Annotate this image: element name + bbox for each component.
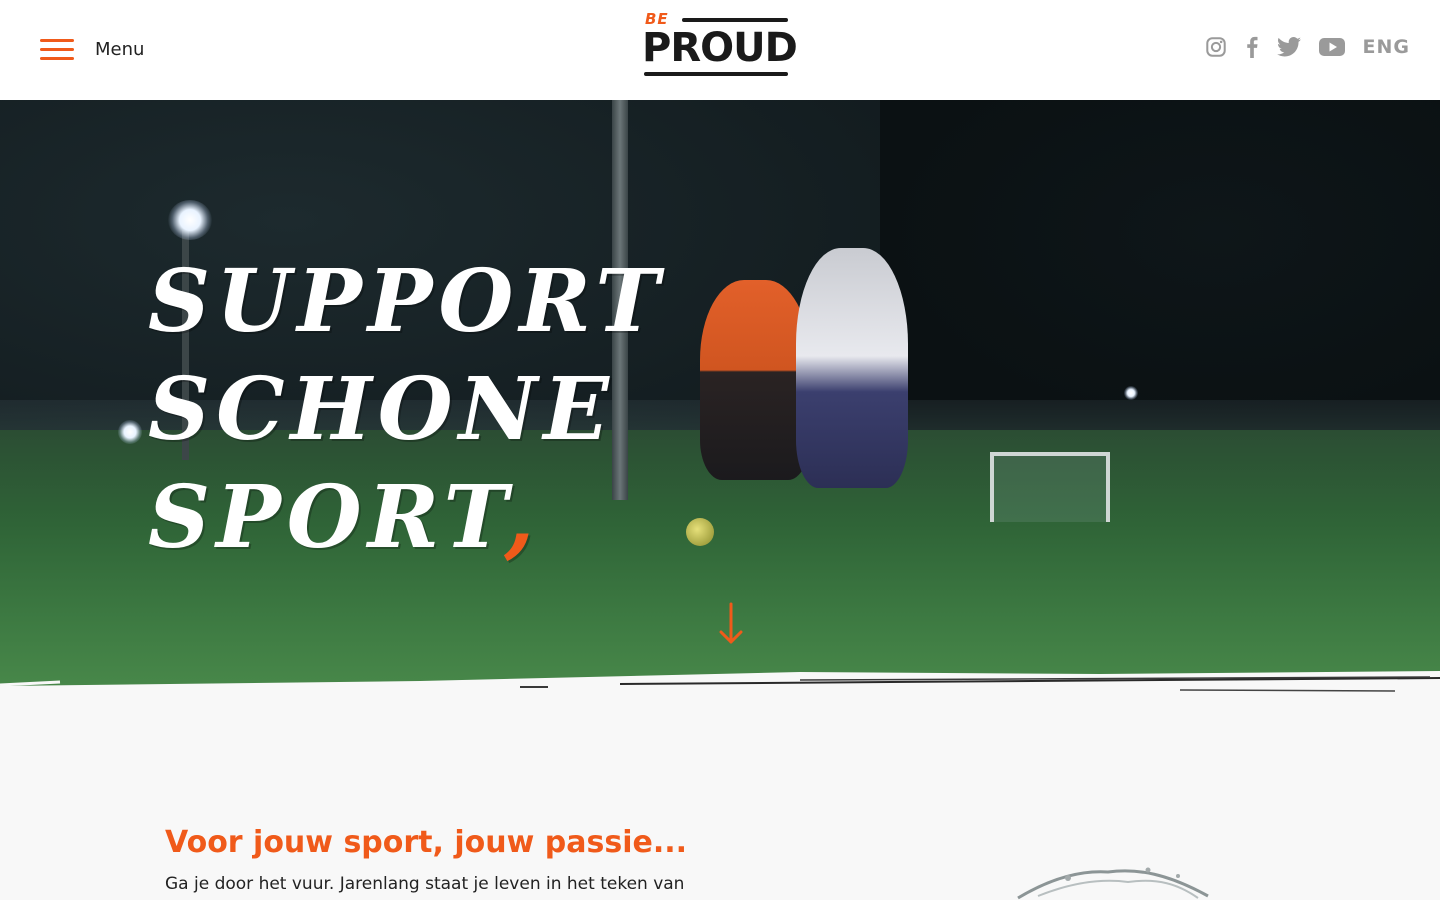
social-links: ENG [1205,36,1410,58]
menu-label[interactable]: Menu [95,39,144,60]
youtube-icon[interactable] [1318,36,1345,58]
hero-goal [990,452,1110,522]
floodlight-distant [1124,386,1138,400]
intro-text: Ga je door het vuur. Jarenlang staat je … [165,874,685,894]
hero-line-1: Support [148,251,666,352]
hamburger-icon[interactable] [40,36,74,62]
floodlight-small [118,420,142,444]
hero-trees [880,100,1440,430]
intro-section: Voor jouw sport, jouw passie... Ga je do… [0,700,1440,900]
intro-title: Voor jouw sport, jouw passie... [165,825,688,860]
be-proud-logo[interactable]: BE PROUD [642,10,798,80]
floodlight [168,200,212,240]
menu-button[interactable]: Menu [40,36,144,62]
facebook-icon[interactable] [1245,36,1259,58]
hero-video: Support schone sport, [0,100,1440,700]
logo-proud-text: PROUD [642,25,798,71]
instagram-icon[interactable] [1205,36,1227,58]
soccer-ball [686,518,714,546]
language-switch[interactable]: ENG [1363,36,1410,58]
water-splash-image [1017,867,1209,900]
hero-line-3-wrap: sport, [148,464,665,572]
player-orange [700,280,810,480]
twitter-icon[interactable] [1276,36,1301,58]
player-white [796,248,908,488]
logo-brush-top [682,18,788,22]
hero-line-2: schone [148,359,615,460]
hero-dot: , [504,467,541,568]
hero-line-3: sport [148,467,505,568]
site-header: Menu BE PROUD ENG [0,0,1440,100]
hero-headline: Support schone sport, [148,248,665,572]
scroll-down-arrow-icon[interactable] [718,602,744,646]
logo-brush-bottom [644,72,788,76]
